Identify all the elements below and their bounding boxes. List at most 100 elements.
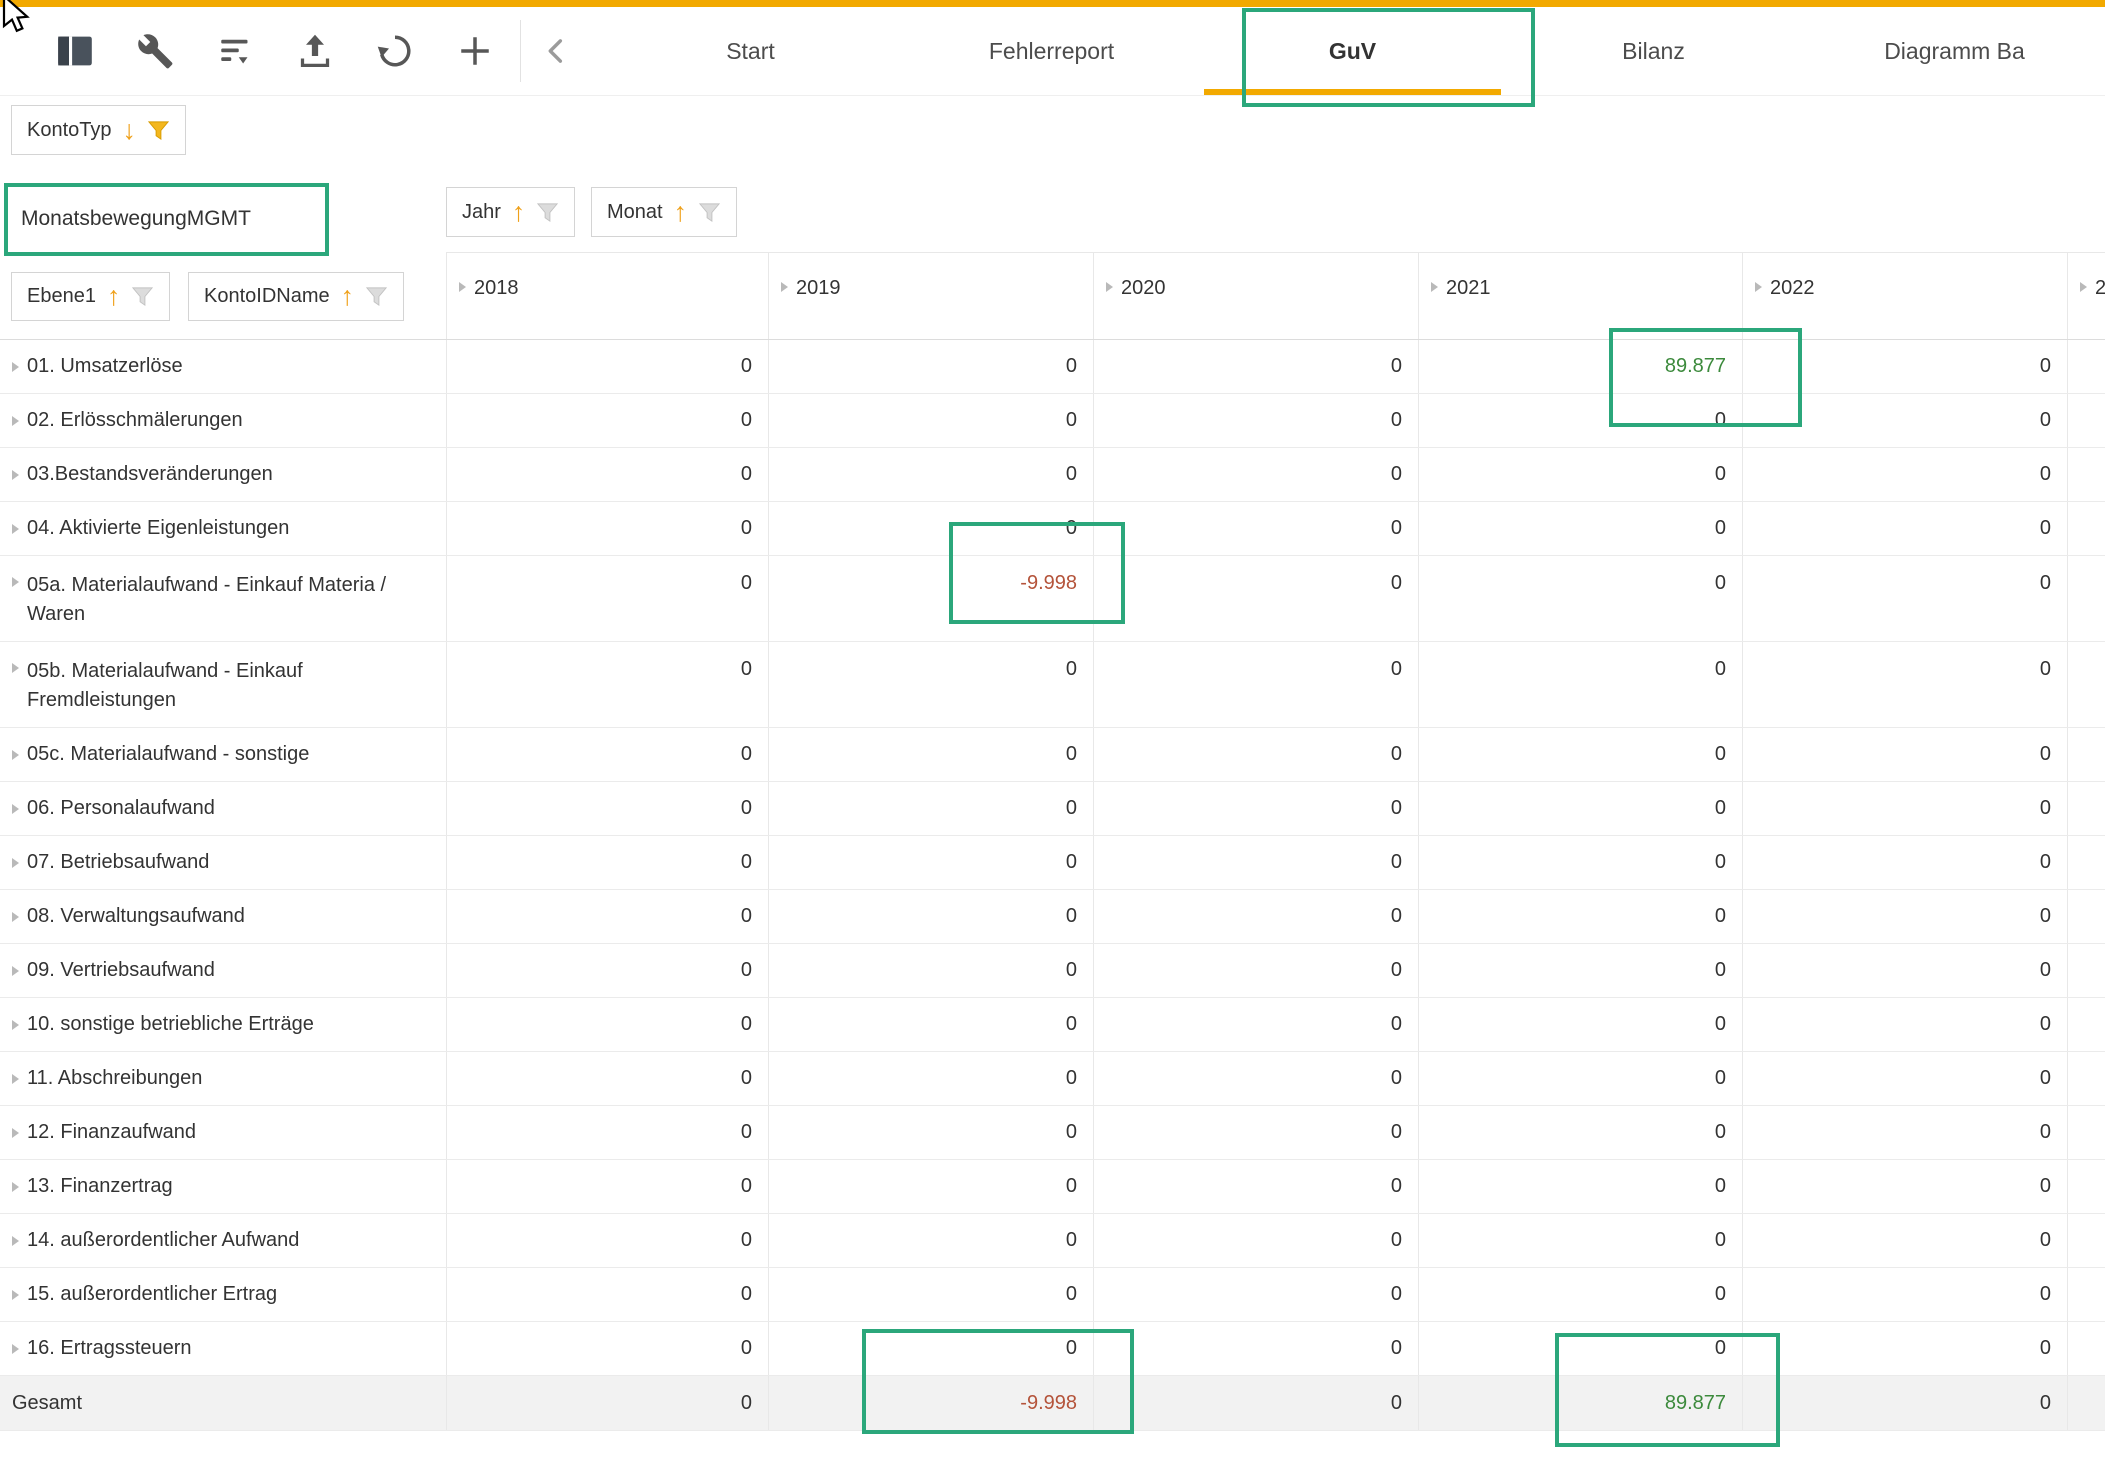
filter-funnel-icon[interactable] [698,201,721,224]
row-label-cell[interactable]: 11. Abschreibungen [0,1052,446,1105]
column-header-2021[interactable]: 2021 [1418,252,1742,339]
value-cell: -9.998 [768,556,1093,641]
row-label-cell[interactable]: 06. Personalaufwand [0,782,446,835]
expand-row-icon[interactable] [12,1344,19,1354]
row-label-cell[interactable]: 04. Aktivierte Eigenleistungen [0,502,446,555]
expand-row-icon[interactable] [12,912,19,922]
expand-row-icon[interactable] [12,470,19,480]
sort-options-button[interactable] [212,28,258,74]
value-cell: 0 [1093,998,1418,1051]
tab-fehlerreport[interactable]: Fehlerreport [901,7,1202,95]
row-label-cell[interactable]: 05b. Materialaufwand - Einkauf Fremdleis… [0,642,446,727]
sort-ascending-icon[interactable]: ↑ [341,283,355,310]
expand-row-icon[interactable] [12,1290,19,1300]
toolbar: Start Fehlerreport GuV Bilanz Diagramm B… [0,0,2105,96]
total-row: Gesamt0-9.998089.8770 [0,1376,2105,1431]
value-cell: 0 [768,1106,1093,1159]
tab-start[interactable]: Start [600,7,901,95]
value-cell: 0 [1093,394,1418,447]
expand-row-icon[interactable] [12,750,19,760]
kontotyp-filter-chip[interactable]: KontoTyp ↓ [11,105,186,155]
row-label-cell[interactable]: 13. Finanzertrag [0,1160,446,1213]
expand-column-icon[interactable] [459,282,466,292]
expand-column-icon[interactable] [781,282,788,292]
add-button[interactable] [452,28,498,74]
value-cell: 0 [1418,502,1742,555]
row-label: 13. Finanzertrag [27,1175,173,1198]
value-cell: 0 [1093,944,1418,997]
column-header-2022[interactable]: 2022 [1742,252,2067,339]
column-header-label: 2022 [1770,277,1815,300]
expand-row-icon[interactable] [12,966,19,976]
value-cell: 0 [1093,340,1418,393]
expand-column-icon[interactable] [2080,282,2087,292]
expand-row-icon[interactable] [12,1236,19,1246]
expand-row-icon[interactable] [12,858,19,868]
expand-row-icon[interactable] [12,362,19,372]
filter-funnel-icon[interactable] [365,285,388,308]
panel-button[interactable] [52,28,98,74]
value-cell-clipped [2067,1052,2105,1105]
expand-row-icon[interactable] [12,1020,19,1030]
filter-funnel-icon[interactable] [147,119,170,142]
export-button[interactable] [292,28,338,74]
row-label-cell[interactable]: 02. Erlösschmälerungen [0,394,446,447]
row-label-cell[interactable]: 07. Betriebsaufwand [0,836,446,889]
pivot-app: Start Fehlerreport GuV Bilanz Diagramm B… [0,0,2105,1482]
jahr-field-chip[interactable]: Jahr ↑ [446,187,575,237]
expand-row-icon[interactable] [12,804,19,814]
row-label: 03.Bestandsveränderungen [27,463,273,486]
row-label-cell[interactable]: 16. Ertragssteuern [0,1322,446,1375]
row-label-cell[interactable]: 01. Umsatzerlöse [0,340,446,393]
table-row: 05c. Materialaufwand - sonstige00000 [0,728,2105,782]
expand-row-icon[interactable] [12,1182,19,1192]
value-cell: 0 [1418,1322,1742,1375]
filter-funnel-icon[interactable] [536,201,559,224]
value-cell: 0 [1418,642,1742,727]
column-header-2[interactable]: 2 [2067,252,2105,339]
row-label-cell[interactable]: 14. außerordentlicher Aufwand [0,1214,446,1267]
row-label-cell[interactable]: 03.Bestandsveränderungen [0,448,446,501]
add-icon [455,31,495,71]
expand-row-icon[interactable] [12,577,19,587]
expand-row-icon[interactable] [12,416,19,426]
value-cell: 0 [768,1214,1093,1267]
row-label-cell[interactable]: 09. Vertriebsaufwand [0,944,446,997]
history-button[interactable] [372,28,418,74]
row-label-cell[interactable]: 12. Finanzaufwand [0,1106,446,1159]
sort-descending-icon[interactable]: ↓ [123,117,137,144]
row-label-cell[interactable]: 05a. Materialaufwand - Einkauf Materia /… [0,556,446,641]
tab-scroll-left-button[interactable] [531,25,583,77]
value-cell: 0 [768,782,1093,835]
expand-column-icon[interactable] [1431,282,1438,292]
expand-column-icon[interactable] [1755,282,1762,292]
monat-field-chip[interactable]: Monat ↑ [591,187,737,237]
column-header-2018[interactable]: 2018 [446,252,768,339]
row-label-cell[interactable]: 05c. Materialaufwand - sonstige [0,728,446,781]
settings-button[interactable] [132,28,178,74]
tab-guv[interactable]: GuV [1202,7,1503,95]
value-cell: 0 [446,998,768,1051]
tab-bilanz[interactable]: Bilanz [1503,7,1804,95]
row-label: 05a. Materialaufwand - Einkauf Materia /… [27,571,432,629]
row-label-cell[interactable]: 15. außerordentlicher Ertrag [0,1268,446,1321]
sort-ascending-icon[interactable]: ↑ [107,283,121,310]
row-label-cell[interactable]: 10. sonstige betriebliche Erträge [0,998,446,1051]
expand-row-icon[interactable] [12,663,19,673]
value-cell: 0 [446,836,768,889]
column-header-2019[interactable]: 2019 [768,252,1093,339]
filter-funnel-icon[interactable] [131,285,154,308]
value-cell: 0 [446,728,768,781]
expand-column-icon[interactable] [1106,282,1113,292]
ebene1-field-chip[interactable]: Ebene1 ↑ [11,272,170,321]
row-label-cell[interactable]: 08. Verwaltungsaufwand [0,890,446,943]
sort-ascending-icon[interactable]: ↑ [674,199,688,226]
column-header-2020[interactable]: 2020 [1093,252,1418,339]
sort-ascending-icon[interactable]: ↑ [512,199,526,226]
value-cell: 0 [446,340,768,393]
expand-row-icon[interactable] [12,524,19,534]
expand-row-icon[interactable] [12,1074,19,1084]
tab-diagramm[interactable]: Diagramm Ba [1804,7,2105,95]
kontoidname-field-chip[interactable]: KontoIDName ↑ [188,272,404,321]
expand-row-icon[interactable] [12,1128,19,1138]
